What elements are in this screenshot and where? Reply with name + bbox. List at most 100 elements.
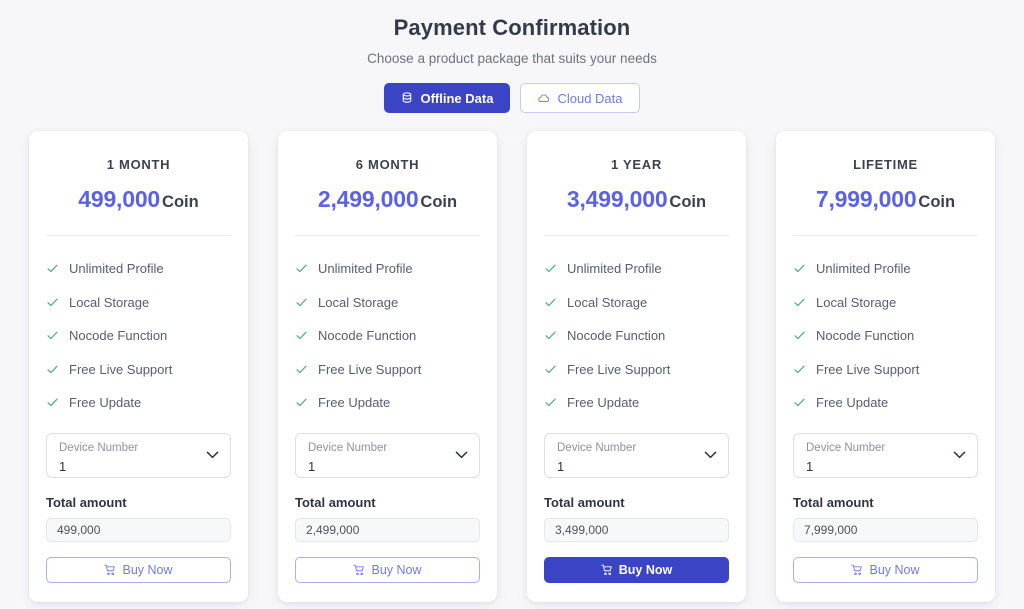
buy-now-button[interactable]: Buy Now xyxy=(544,557,729,583)
list-item: Free Live Support xyxy=(793,352,978,386)
device-number-select[interactable]: Device Number 1 xyxy=(46,433,231,477)
check-icon xyxy=(295,264,307,273)
total-amount-value: 7,999,000 xyxy=(804,523,857,537)
list-item: Free Live Support xyxy=(544,352,729,386)
card-divider xyxy=(46,235,231,236)
list-item: Free Live Support xyxy=(295,352,480,386)
pricing-card-6-month[interactable]: 6 MONTH 2,499,000Coin Unlimited Profile … xyxy=(278,131,497,602)
feature-label: Unlimited Profile xyxy=(816,261,911,276)
plan-price: 2,499,000Coin xyxy=(295,186,480,213)
feature-label: Local Storage xyxy=(816,295,896,310)
check-icon xyxy=(793,264,805,273)
feature-label: Free Update xyxy=(567,395,639,410)
check-icon xyxy=(544,331,556,340)
pricing-card-1-month[interactable]: 1 MONTH 499,000Coin Unlimited Profile Lo… xyxy=(29,131,248,602)
chevron-down-icon xyxy=(455,446,468,464)
buy-now-label: Buy Now xyxy=(371,564,421,577)
chevron-down-icon xyxy=(704,446,717,464)
cloud-icon xyxy=(537,92,550,105)
total-amount-label: Total amount xyxy=(544,495,729,510)
total-amount-label: Total amount xyxy=(295,495,480,510)
list-item: Nocode Function xyxy=(544,319,729,353)
list-item: Free Update xyxy=(544,386,729,420)
list-item: Local Storage xyxy=(295,285,480,319)
page-title: Payment Confirmation xyxy=(394,15,631,41)
feature-label: Nocode Function xyxy=(816,328,914,343)
feature-label: Free Update xyxy=(816,395,888,410)
feature-label: Free Update xyxy=(318,395,390,410)
feature-label: Free Live Support xyxy=(816,362,919,377)
page-subtitle: Choose a product package that suits your… xyxy=(367,51,657,66)
device-number-label: Device Number xyxy=(308,442,467,456)
device-number-select[interactable]: Device Number 1 xyxy=(295,433,480,477)
check-icon xyxy=(544,298,556,307)
check-icon xyxy=(544,398,556,407)
feature-label: Free Live Support xyxy=(567,362,670,377)
plan-price: 3,499,000Coin xyxy=(544,186,729,213)
feature-label: Free Live Support xyxy=(318,362,421,377)
buy-now-button[interactable]: Buy Now xyxy=(46,557,231,583)
feature-list: Unlimited Profile Local Storage Nocode F… xyxy=(46,252,231,420)
plan-price-value: 2,499,000 xyxy=(318,186,419,212)
feature-label: Local Storage xyxy=(567,295,647,310)
plan-price-unit: Coin xyxy=(669,193,706,211)
list-item: Free Live Support xyxy=(46,352,231,386)
plan-price-value: 7,999,000 xyxy=(816,186,917,212)
feature-label: Local Storage xyxy=(69,295,149,310)
card-divider xyxy=(295,235,480,236)
device-number-select[interactable]: Device Number 1 xyxy=(544,433,729,477)
chevron-down-icon xyxy=(206,446,219,464)
shopping-cart-icon xyxy=(353,564,365,576)
feature-label: Nocode Function xyxy=(567,328,665,343)
buy-now-button[interactable]: Buy Now xyxy=(295,557,480,583)
buy-now-button[interactable]: Buy Now xyxy=(793,557,978,583)
plan-price-unit: Coin xyxy=(420,193,457,211)
list-item: Nocode Function xyxy=(793,319,978,353)
feature-label: Unlimited Profile xyxy=(318,261,413,276)
offline-data-button[interactable]: Offline Data xyxy=(384,83,510,113)
list-item: Unlimited Profile xyxy=(295,252,480,286)
list-item: Local Storage xyxy=(793,285,978,319)
pricing-card-lifetime[interactable]: LIFETIME 7,999,000Coin Unlimited Profile… xyxy=(776,131,995,602)
pricing-card-1-year[interactable]: 1 YEAR 3,499,000Coin Unlimited Profile L… xyxy=(527,131,746,602)
shopping-cart-icon xyxy=(601,564,613,576)
check-icon xyxy=(544,264,556,273)
total-amount-value: 499,000 xyxy=(57,523,100,537)
plan-price: 7,999,000Coin xyxy=(793,186,978,213)
buy-now-label: Buy Now xyxy=(619,564,672,577)
plan-price-value: 499,000 xyxy=(78,186,160,212)
list-item: Unlimited Profile xyxy=(544,252,729,286)
card-divider xyxy=(793,235,978,236)
plan-price: 499,000Coin xyxy=(46,186,231,213)
total-amount-field: 7,999,000 xyxy=(793,518,978,543)
list-item: Unlimited Profile xyxy=(793,252,978,286)
feature-label: Nocode Function xyxy=(69,328,167,343)
database-icon xyxy=(401,92,413,104)
feature-label: Unlimited Profile xyxy=(69,261,164,276)
check-icon xyxy=(793,365,805,374)
device-number-select[interactable]: Device Number 1 xyxy=(793,433,978,477)
cloud-data-button[interactable]: Cloud Data xyxy=(520,83,639,113)
data-source-toggle: Offline Data Cloud Data xyxy=(384,83,639,113)
device-number-value: 1 xyxy=(59,459,218,475)
check-icon xyxy=(46,298,58,307)
list-item: Nocode Function xyxy=(295,319,480,353)
check-icon xyxy=(793,331,805,340)
total-amount-value: 3,499,000 xyxy=(555,523,608,537)
check-icon xyxy=(295,398,307,407)
total-amount-field: 2,499,000 xyxy=(295,518,480,543)
list-item: Free Update xyxy=(295,386,480,420)
plan-price-unit: Coin xyxy=(162,193,199,211)
feature-list: Unlimited Profile Local Storage Nocode F… xyxy=(544,252,729,420)
total-amount-label: Total amount xyxy=(793,495,978,510)
check-icon xyxy=(46,331,58,340)
total-amount-field: 3,499,000 xyxy=(544,518,729,543)
feature-list: Unlimited Profile Local Storage Nocode F… xyxy=(793,252,978,420)
list-item: Free Update xyxy=(793,386,978,420)
plan-title: 1 MONTH xyxy=(46,157,231,172)
cloud-data-label: Cloud Data xyxy=(557,92,622,105)
feature-label: Local Storage xyxy=(318,295,398,310)
check-icon xyxy=(46,365,58,374)
check-icon xyxy=(295,298,307,307)
chevron-down-icon xyxy=(953,446,966,464)
